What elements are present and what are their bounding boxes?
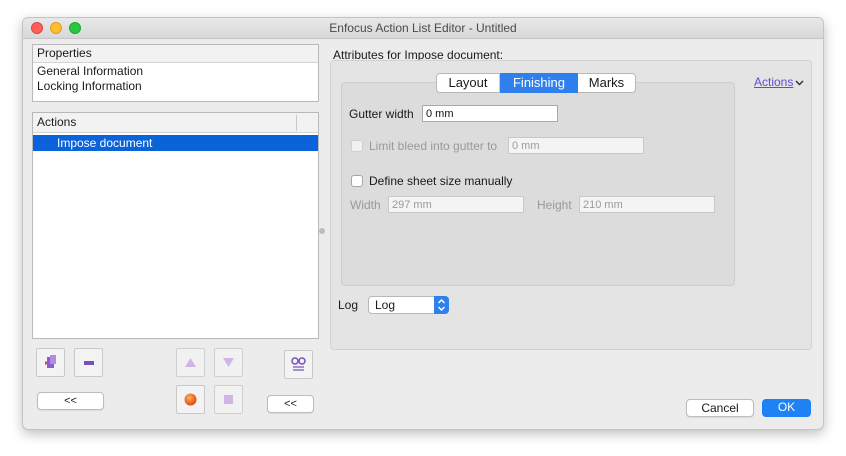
add-action-icon xyxy=(45,355,56,368)
gutter-width-input[interactable] xyxy=(422,105,558,122)
splitter-handle[interactable] xyxy=(319,228,325,234)
record-icon xyxy=(184,393,197,406)
actions-menu-label: Actions xyxy=(754,75,794,89)
column-divider xyxy=(296,115,297,131)
move-up-button[interactable] xyxy=(176,348,205,377)
action-item-impose-document[interactable]: Impose document xyxy=(33,135,318,151)
properties-item-locking-information[interactable]: Locking Information xyxy=(33,78,318,94)
define-sheet-size-label: Define sheet size manually xyxy=(369,174,513,188)
add-action-button[interactable] xyxy=(36,348,65,377)
finishing-panel: Layout Finishing Marks Gutter width Limi… xyxy=(341,73,735,286)
width-label: Width xyxy=(350,198,381,212)
ok-button[interactable]: OK xyxy=(762,399,811,417)
actions-menu-link[interactable]: Actions xyxy=(754,75,804,89)
chevron-down-icon xyxy=(795,80,804,86)
log-label: Log xyxy=(338,298,359,312)
gutter-width-label: Gutter width xyxy=(349,107,414,121)
define-sheet-size-checkbox[interactable] xyxy=(351,175,363,187)
actions-list: Actions Impose document xyxy=(32,112,319,339)
select-stepper-icon xyxy=(434,296,449,314)
tab-finishing[interactable]: Finishing xyxy=(500,73,578,93)
remove-action-button[interactable] xyxy=(74,348,103,377)
limit-bleed-checkbox[interactable] xyxy=(351,140,363,152)
triangle-up-icon xyxy=(185,358,196,367)
triangle-down-icon xyxy=(223,358,234,367)
limit-bleed-label: Limit bleed into gutter to xyxy=(369,139,498,153)
attributes-group: Actions Layout Finishing Marks Gutter wi… xyxy=(330,60,812,350)
properties-header: Properties xyxy=(33,45,318,63)
actions-header: Actions xyxy=(33,113,318,133)
tab-layout[interactable]: Layout xyxy=(437,73,500,93)
glasses-document-icon xyxy=(291,357,306,371)
title-bar: Enfocus Action List Editor - Untitled xyxy=(23,18,823,39)
inspect-button[interactable] xyxy=(284,350,313,379)
cancel-button[interactable]: Cancel xyxy=(686,399,754,417)
log-select-value: Log xyxy=(375,298,396,312)
window-title: Enfocus Action List Editor - Untitled xyxy=(329,21,517,35)
stop-icon xyxy=(224,395,233,404)
limit-bleed-input[interactable] xyxy=(508,137,644,154)
action-list-editor-window: Enfocus Action List Editor - Untitled Pr… xyxy=(22,17,824,430)
actions-header-label: Actions xyxy=(37,115,77,129)
log-select[interactable]: Log xyxy=(368,296,449,314)
properties-list: Properties General Information Locking I… xyxy=(32,44,319,102)
width-input[interactable] xyxy=(388,196,524,213)
collapse-left-button[interactable]: << xyxy=(37,392,104,410)
height-label: Height xyxy=(537,198,572,212)
record-button[interactable] xyxy=(176,385,205,414)
properties-item-general-information[interactable]: General Information xyxy=(33,63,318,79)
tab-bar: Layout Finishing Marks xyxy=(436,73,636,93)
tab-marks[interactable]: Marks xyxy=(578,73,635,93)
collapse-right-button[interactable]: << xyxy=(267,395,314,413)
move-down-button[interactable] xyxy=(214,348,243,377)
height-input[interactable] xyxy=(579,196,715,213)
stop-button[interactable] xyxy=(214,385,243,414)
minus-icon xyxy=(84,361,94,365)
